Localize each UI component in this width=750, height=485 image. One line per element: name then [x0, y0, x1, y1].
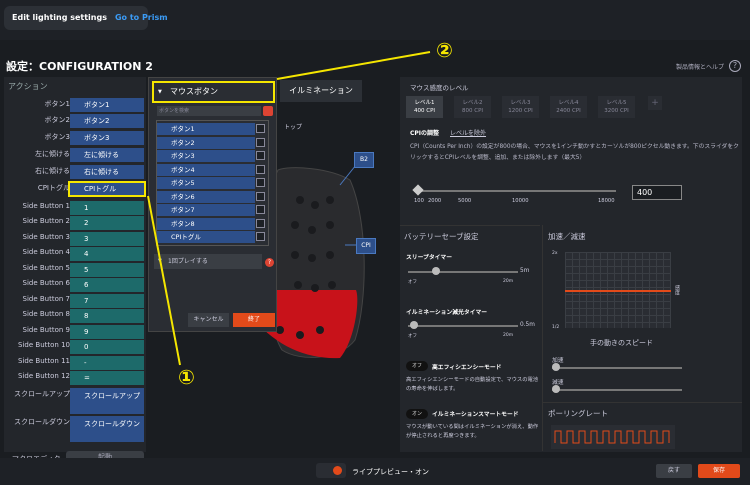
annotation-number-one: ①	[178, 365, 195, 389]
annotation-number-two: ②	[436, 38, 453, 62]
annotation-lines	[147, 51, 431, 366]
